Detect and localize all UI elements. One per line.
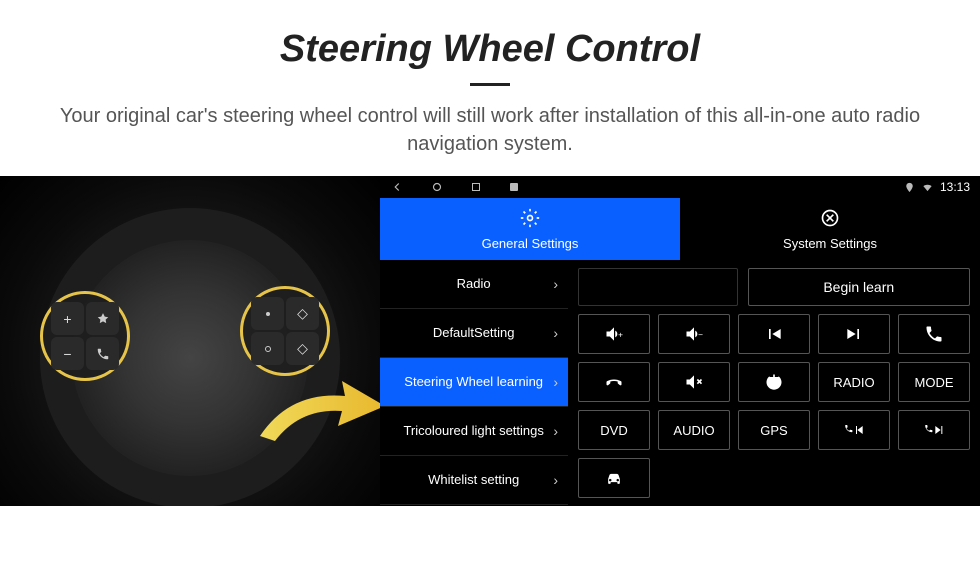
back-icon[interactable] [390, 180, 404, 194]
chevron-right-icon: › [553, 325, 558, 341]
title-underline [470, 83, 510, 86]
status-box [578, 268, 738, 306]
page-subtitle: Your original car's steering wheel contr… [40, 102, 940, 158]
wheel-button-cluster-left: + − [40, 291, 130, 381]
dvd-button[interactable]: DVD [578, 410, 650, 450]
body-row: Radio › DefaultSetting › Steering Wheel … [380, 260, 980, 506]
sidebar-item-label: DefaultSetting [394, 325, 553, 341]
home-icon[interactable] [430, 180, 444, 194]
sidebar-item-radio[interactable]: Radio › [380, 260, 568, 309]
button-grid: + − RADIO MODE DVD AUDIO GPS [578, 314, 970, 498]
system-icon [820, 208, 840, 233]
next-track-button[interactable] [818, 314, 890, 354]
vol-down-button[interactable]: − [658, 314, 730, 354]
arrow-icon [250, 376, 380, 456]
gear-icon [520, 208, 540, 233]
wheel-btn-cycle [251, 332, 284, 365]
wheel-btn-down: ◇ [286, 332, 319, 365]
wheel-btn-up [251, 297, 284, 330]
chevron-right-icon: › [553, 423, 558, 439]
tab-label: General Settings [482, 236, 579, 251]
sidebar-item-default-setting[interactable]: DefaultSetting › [380, 309, 568, 358]
page-title: Steering Wheel Control [0, 28, 980, 71]
chevron-right-icon: › [553, 276, 558, 292]
wheel-button-cluster-right: ◇ ◇ [240, 286, 330, 376]
chevron-right-icon: › [553, 374, 558, 390]
wheel-btn-voice [86, 302, 119, 335]
sidebar-item-steering-wheel[interactable]: Steering Wheel learning › [380, 358, 568, 407]
svg-text:+: + [618, 329, 623, 339]
location-icon [904, 182, 915, 193]
sidebar-item-tricoloured-light[interactable]: Tricoloured light settings › [380, 407, 568, 456]
audio-button[interactable]: AUDIO [658, 410, 730, 450]
learning-panel: Begin learn + − RADIO MODE DVD AUDIO [568, 260, 980, 506]
begin-learn-label: Begin learn [823, 279, 894, 295]
steering-wheel-image: + − ◇ ◇ [0, 176, 380, 506]
device-ui: 13:13 General Settings System Settings R… [380, 176, 980, 506]
wheel-btn-phone [86, 337, 119, 370]
wheel-btn-diamond: ◇ [286, 297, 319, 330]
car-button[interactable] [578, 458, 650, 498]
power-button[interactable] [738, 362, 810, 402]
settings-sidebar: Radio › DefaultSetting › Steering Wheel … [380, 260, 568, 506]
mute-button[interactable] [658, 362, 730, 402]
sidebar-item-whitelist[interactable]: Whitelist setting › [380, 456, 568, 505]
content-row: + − ◇ ◇ [0, 176, 980, 506]
vol-up-button[interactable]: + [578, 314, 650, 354]
hangup-button[interactable] [578, 362, 650, 402]
begin-learn-button[interactable]: Begin learn [748, 268, 971, 306]
svg-text:−: − [698, 329, 703, 339]
call-button[interactable] [898, 314, 970, 354]
mode-button[interactable]: MODE [898, 362, 970, 402]
tab-system-settings[interactable]: System Settings [680, 198, 980, 260]
sidebar-item-label: Radio [394, 276, 553, 292]
call-next-button[interactable] [898, 410, 970, 450]
sidebar-item-label: Whitelist setting [394, 472, 553, 488]
chevron-right-icon: › [553, 472, 558, 488]
tab-label: System Settings [783, 236, 877, 251]
wheel-btn-minus: − [51, 337, 84, 370]
top-action-row: Begin learn [578, 268, 970, 306]
call-prev-button[interactable] [818, 410, 890, 450]
gps-button[interactable]: GPS [738, 410, 810, 450]
tab-general-settings[interactable]: General Settings [380, 198, 680, 260]
tabs: General Settings System Settings [380, 198, 980, 260]
status-time: 13:13 [940, 180, 970, 194]
status-bar: 13:13 [380, 176, 980, 198]
wheel-btn-plus: + [51, 302, 84, 335]
wifi-icon [921, 182, 934, 193]
sidebar-item-label: Tricoloured light settings [394, 423, 553, 439]
prev-track-button[interactable] [738, 314, 810, 354]
sidebar-item-label: Steering Wheel learning [394, 374, 553, 390]
radio-button[interactable]: RADIO [818, 362, 890, 402]
app-icon[interactable] [508, 181, 520, 193]
page-header: Steering Wheel Control Your original car… [0, 0, 980, 158]
recent-icon[interactable] [470, 181, 482, 193]
